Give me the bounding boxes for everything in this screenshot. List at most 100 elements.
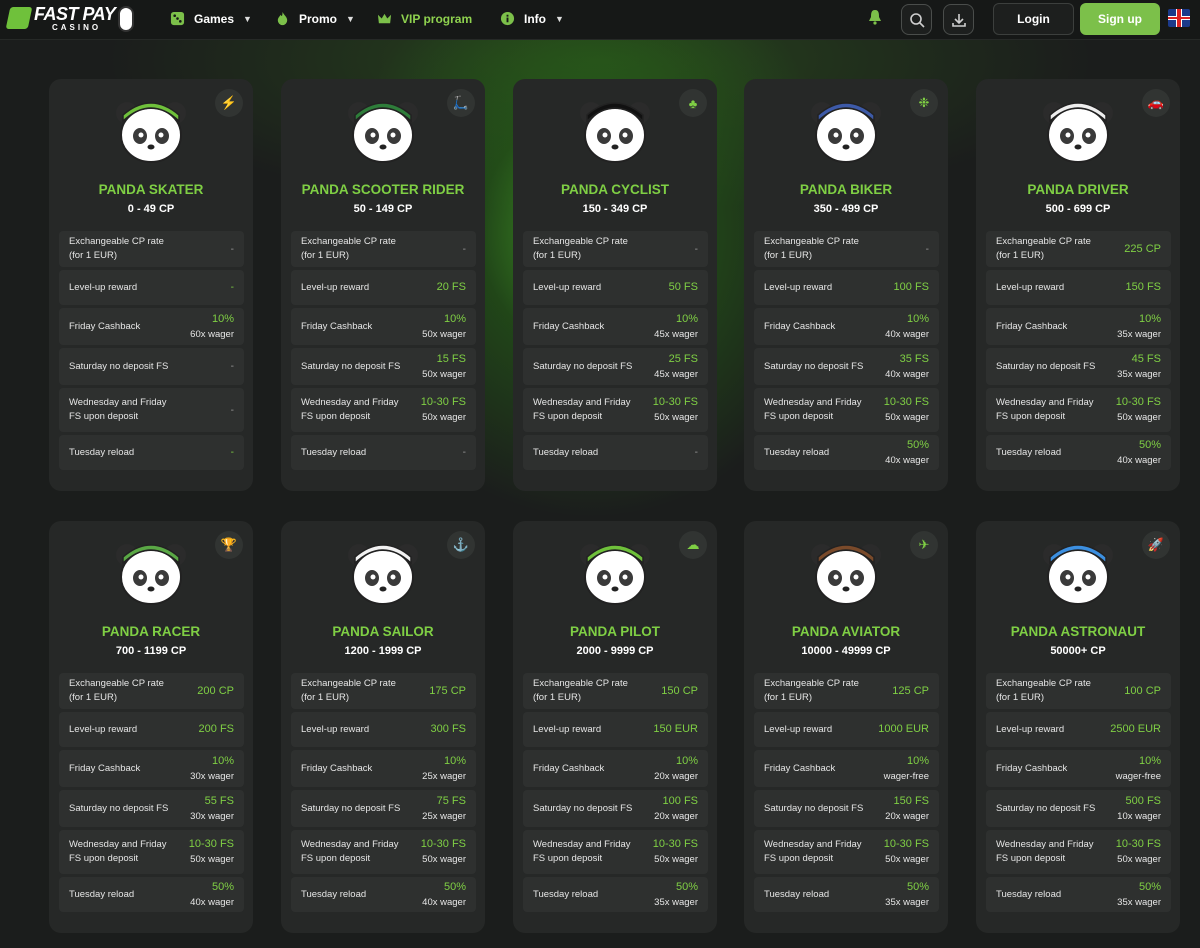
vip-level-card: 🏆 PANDA RACER 700 - 1199 CP Exchangeable… — [49, 521, 253, 933]
row-label: Level-up reward — [533, 281, 602, 293]
value-main: 150 FS — [893, 794, 929, 807]
row-label: Saturday no deposit FS — [996, 802, 1096, 814]
row-tuesday-reload: Tuesday reload 50% 35x wager — [986, 877, 1171, 912]
row-tuesday-reload: Tuesday reload - — [59, 435, 244, 470]
value-main: 10% — [906, 312, 929, 325]
row-cp-rate: Exchangeable CP rate (for 1 EUR) - — [291, 231, 476, 267]
crown-icon — [377, 13, 392, 24]
login-button[interactable]: Login — [993, 3, 1074, 35]
level-name: PANDA SAILOR — [332, 624, 434, 639]
level-benefits-list: Exchangeable CP rate (for 1 EUR) - Level… — [291, 231, 476, 473]
row-wednesday-friday-fs: Wednesday and Friday FS upon deposit - — [59, 388, 244, 432]
row-label: Friday Cashback — [69, 762, 141, 774]
value-main: 300 FS — [430, 723, 466, 735]
chevron-down-icon: ▼ — [555, 13, 564, 24]
row-saturday-fs: Saturday no deposit FS 45 FS 35x wager — [986, 348, 1171, 385]
row-label: Friday Cashback — [301, 320, 373, 332]
row-label: Friday Cashback — [533, 762, 605, 774]
level-cp-range: 10000 - 49999 CP — [801, 645, 891, 657]
row-label: Tuesday reload — [533, 888, 599, 900]
row-label: Friday Cashback — [69, 320, 141, 332]
row-label: Exchangeable CP rate (for 1 EUR) — [764, 678, 859, 703]
value-wager: 50x wager — [422, 412, 466, 423]
level-cp-range: 500 - 699 CP — [1045, 203, 1111, 215]
row-label: Wednesday and Friday FS upon deposit — [69, 839, 167, 864]
nav-promo[interactable]: Promo ▼ — [275, 11, 355, 26]
level-name: PANDA AVIATOR — [791, 624, 901, 639]
value-main: 100 CP — [1124, 684, 1161, 697]
value-wager: 40x wager — [885, 454, 929, 466]
row-wednesday-friday-fs: Wednesday and Friday FS upon deposit 10-… — [59, 830, 244, 874]
row-label: Saturday no deposit FS — [764, 802, 864, 814]
value-dash: - — [230, 243, 234, 255]
value-dash: - — [462, 243, 466, 255]
row-friday-cashback: Friday Cashback 10% 45x wager — [523, 308, 708, 345]
row-saturday-fs: Saturday no deposit FS 25 FS 45x wager — [523, 348, 708, 385]
plane-icon: ✈ — [910, 531, 938, 559]
value-wager: 40x wager — [885, 368, 929, 380]
value-wager: wager-free — [883, 770, 929, 782]
chevron-down-icon: ▼ — [346, 13, 355, 24]
nav-games[interactable]: Games ▼ — [170, 11, 252, 26]
search-icon — [909, 12, 925, 28]
row-level-up-reward: Level-up reward 150 FS — [986, 270, 1171, 305]
row-wednesday-friday-fs: Wednesday and Friday FS upon deposit 10-… — [291, 388, 476, 432]
value-main: 10% — [443, 312, 466, 325]
row-cp-rate: Exchangeable CP rate (for 1 EUR) - — [754, 231, 939, 267]
panda-avatar — [348, 544, 418, 605]
vip-level-card: 🚀 PANDA ASTRONAUT 50000+ CP Exchangeable… — [976, 521, 1180, 933]
row-friday-cashback: Friday Cashback 10% 30x wager — [59, 750, 244, 787]
value-main: 10-30 FS — [420, 838, 466, 850]
search-button[interactable] — [901, 4, 932, 35]
value-main: 225 CP — [1124, 242, 1161, 255]
row-label: Tuesday reload — [69, 888, 135, 900]
value-main: 125 CP — [892, 684, 929, 697]
level-name: PANDA SKATER — [98, 182, 204, 197]
row-label: Exchangeable CP rate (for 1 EUR) — [996, 678, 1091, 703]
row-friday-cashback: Friday Cashback 10% wager-free — [986, 750, 1171, 787]
chevron-down-icon: ▼ — [243, 13, 252, 24]
row-wednesday-friday-fs: Wednesday and Friday FS upon deposit 10-… — [291, 830, 476, 874]
value-wager: 45x wager — [654, 328, 698, 340]
row-label: Saturday no deposit FS — [69, 360, 169, 372]
value-wager: 20x wager — [885, 810, 929, 822]
nav-vip-program[interactable]: VIP program — [377, 11, 472, 26]
site-logo[interactable]: FAST PAY CASINO — [5, 3, 136, 35]
download-button[interactable] — [943, 4, 974, 35]
row-label: Wednesday and Friday FS upon deposit — [301, 397, 399, 422]
language-flag-icon[interactable] — [1168, 9, 1190, 27]
value-main: 35 FS — [899, 352, 929, 365]
row-level-up-reward: Level-up reward 200 FS — [59, 712, 244, 747]
level-name: PANDA SCOOTER RIDER — [301, 182, 465, 197]
vip-level-card: ❉ PANDA BIKER 350 - 499 CP Exchangeable … — [744, 79, 948, 491]
row-cp-rate: Exchangeable CP rate (for 1 EUR) 150 CP — [523, 673, 708, 709]
row-label: Saturday no deposit FS — [533, 802, 633, 814]
value-wager: 40x wager — [885, 328, 929, 340]
value-wager: 50x wager — [190, 854, 234, 865]
value-wager: 20x wager — [654, 770, 698, 782]
row-label: Saturday no deposit FS — [69, 802, 169, 814]
value-main: 10-30 FS — [883, 396, 929, 408]
row-label: Tuesday reload — [301, 446, 367, 458]
row-label: Wednesday and Friday FS upon deposit — [764, 397, 862, 422]
value-wager: 50x wager — [422, 854, 466, 865]
row-wednesday-friday-fs: Wednesday and Friday FS upon deposit 10-… — [986, 830, 1171, 874]
row-cp-rate: Exchangeable CP rate (for 1 EUR) 225 CP — [986, 231, 1171, 267]
value-main: 10-30 FS — [1115, 838, 1161, 850]
row-wednesday-friday-fs: Wednesday and Friday FS upon deposit 10-… — [754, 388, 939, 432]
row-label: Friday Cashback — [996, 320, 1068, 332]
row-wednesday-friday-fs: Wednesday and Friday FS upon deposit 10-… — [754, 830, 939, 874]
signup-button[interactable]: Sign up — [1080, 3, 1160, 35]
lightning-icon: ⚡ — [215, 89, 243, 117]
value-wager: 40x wager — [1117, 454, 1161, 466]
level-name: PANDA RACER — [101, 624, 201, 639]
row-label: Level-up reward — [996, 723, 1065, 735]
value-wager: 25x wager — [422, 810, 466, 822]
notification-bell-icon[interactable] — [868, 9, 882, 25]
nav-info[interactable]: Info ▼ — [500, 11, 564, 26]
level-benefits-list: Exchangeable CP rate (for 1 EUR) 225 CP … — [986, 231, 1171, 473]
download-icon — [951, 13, 966, 27]
value-main: 50% — [443, 880, 466, 893]
level-benefits-list: Exchangeable CP rate (for 1 EUR) 175 CP … — [291, 673, 476, 915]
row-level-up-reward: Level-up reward 50 FS — [523, 270, 708, 305]
